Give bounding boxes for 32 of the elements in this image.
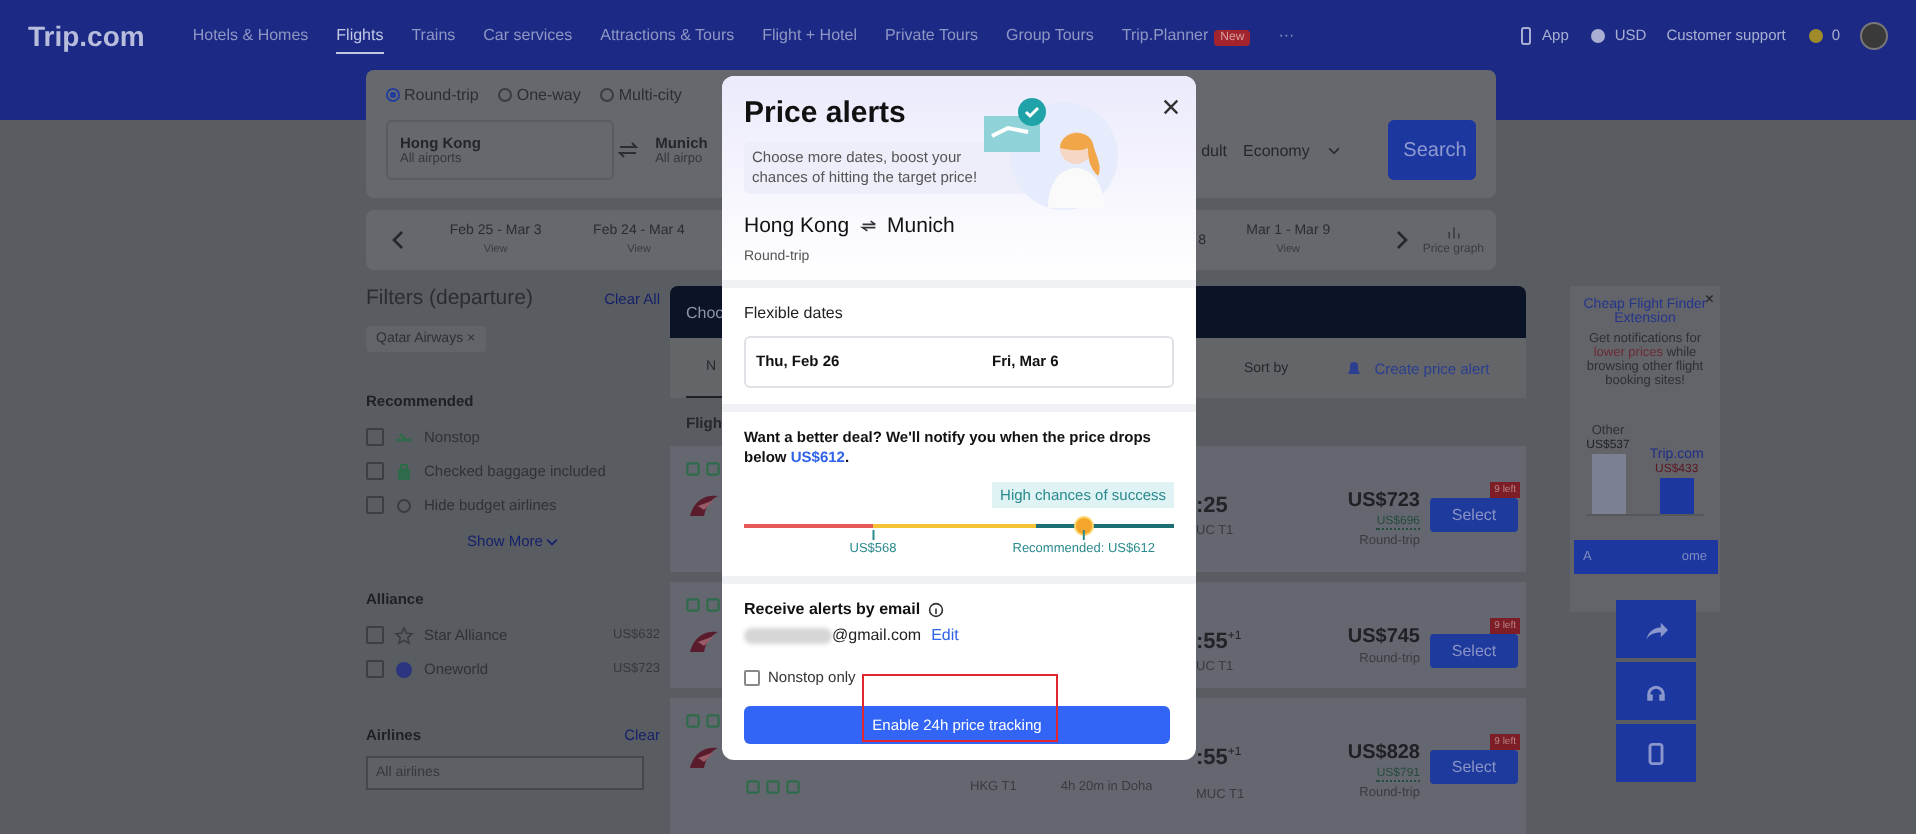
route-destination: Munich xyxy=(887,213,955,237)
close-button[interactable]: × xyxy=(1704,290,1714,308)
radio-label: Multi-city xyxy=(618,86,682,104)
select-button[interactable]: Select xyxy=(1430,498,1518,532)
price: US$828 xyxy=(1347,742,1420,764)
nav-item[interactable]: Flights xyxy=(336,17,384,53)
route-origin: Hong Kong xyxy=(744,213,850,237)
email-address: @gmail.com xyxy=(832,626,922,645)
nav-item[interactable]: Flight + Hotel xyxy=(762,17,857,53)
section-title: Flexible dates xyxy=(744,303,845,322)
arrival-time: :55$^{+1}$ xyxy=(1196,746,1244,770)
nav-item[interactable]: Trains xyxy=(411,17,456,53)
select-button[interactable]: Select xyxy=(1430,634,1518,668)
trip-logo[interactable]: Trip.com xyxy=(28,19,145,51)
nav-item[interactable]: Attractions & Tours xyxy=(600,17,735,53)
arrival-time: :55$^{+1}$ xyxy=(1196,630,1244,654)
cabin-select[interactable]: dult Economy xyxy=(1201,120,1374,180)
arrival-time: :25 xyxy=(1196,494,1230,518)
radio-label: One-way xyxy=(516,86,581,104)
nav-item[interactable]: Private Tours xyxy=(884,17,979,53)
nav-item[interactable]: Car services xyxy=(483,17,573,53)
price: US$723 xyxy=(1347,490,1420,512)
edit-link[interactable]: Edit xyxy=(931,626,959,645)
radio-label: Round-trip xyxy=(404,86,479,104)
section-title: Receive alerts by email xyxy=(744,600,921,619)
dialog-title: Price alerts xyxy=(744,96,906,130)
select-button[interactable]: Select xyxy=(1430,750,1518,784)
price: US$745 xyxy=(1347,626,1420,648)
more-menu[interactable]: ··· xyxy=(1278,17,1295,53)
search-button[interactable]: Search xyxy=(1388,120,1476,180)
nav-item[interactable]: Group Tours xyxy=(1006,17,1094,53)
nav-item[interactable]: Hotels & Homes xyxy=(192,17,309,53)
